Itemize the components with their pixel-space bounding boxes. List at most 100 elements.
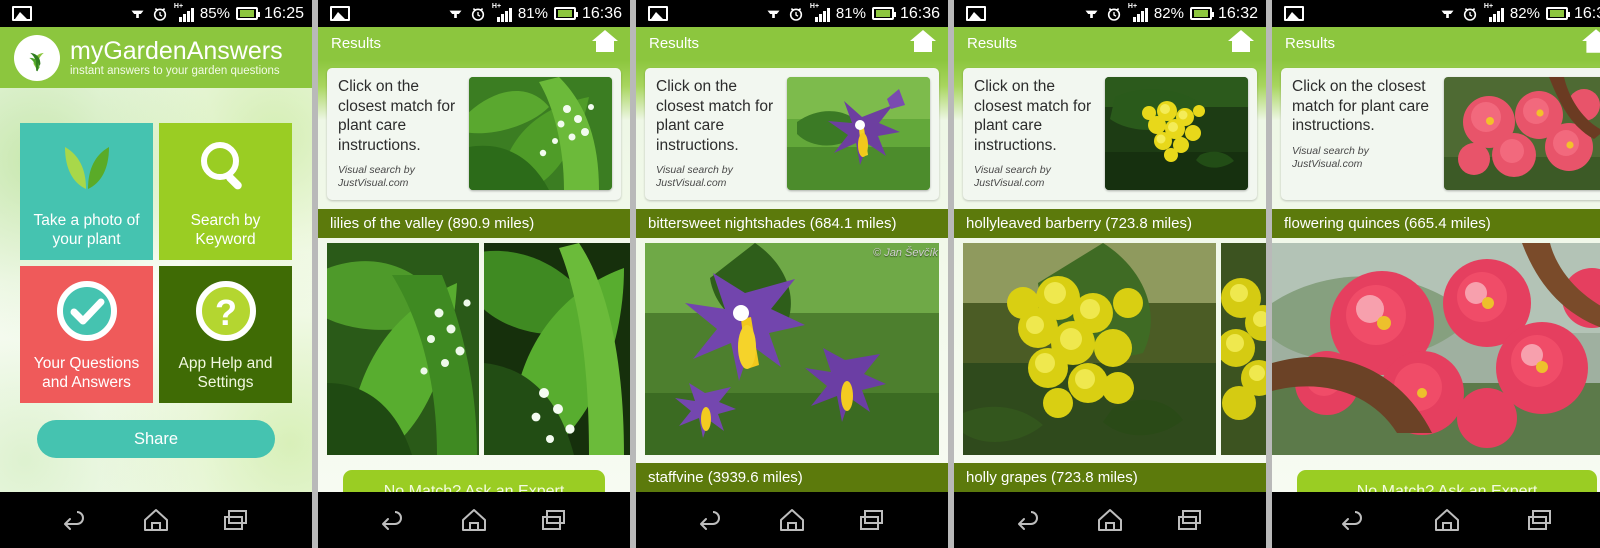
match-label-top[interactable]: hollyleaved barberry (723.8 miles): [954, 209, 1266, 238]
home-outline-icon[interactable]: [1087, 503, 1133, 537]
photo-icon: [12, 6, 32, 21]
tile-app-help[interactable]: ? App Help and Settings: [159, 266, 292, 403]
photo-icon: [330, 6, 350, 21]
system-nav-bar: [0, 492, 312, 548]
tile-your-questions[interactable]: Your Questions and Answers: [20, 266, 153, 403]
recent-apps-icon[interactable]: [213, 503, 259, 537]
match-label-bottom[interactable]: staffvine (3939.6 miles): [636, 463, 948, 492]
photo-icon: [1284, 6, 1304, 21]
app-title: myGardenAnswers: [70, 36, 283, 65]
query-thumbnail[interactable]: [469, 77, 612, 190]
system-nav-bar: [954, 492, 1266, 548]
results-body: Click on the closest match for plant car…: [1272, 60, 1600, 492]
phone-screen-results-nightshades: H+ 81% 16:36 Results Click on the closes…: [636, 0, 948, 548]
results-body: Click on the closest match for plant car…: [636, 60, 948, 492]
recent-apps-icon[interactable]: [1167, 503, 1213, 537]
expert-row: No Match? Ask an Expert: [318, 470, 630, 492]
back-arrow-icon[interactable]: [53, 503, 99, 537]
match-label-bottom[interactable]: holly grapes (723.8 miles): [954, 463, 1266, 492]
status-bar: H+ 81% 16:36: [636, 0, 948, 27]
home-outline-icon[interactable]: [133, 503, 179, 537]
status-clock: 16:32: [1573, 4, 1600, 22]
instruction-text: Click on the closest match for plant car…: [338, 78, 456, 154]
results-body: Click on the closest match for plant car…: [318, 60, 630, 492]
attribution-text: Visual search by JustVisual.com: [656, 164, 733, 189]
tile-search-keyword[interactable]: Search by Keyword: [159, 123, 292, 260]
alarm-icon: [1463, 7, 1477, 21]
instruction-card: Click on the closest match for plant car…: [1281, 68, 1600, 200]
signal-icon: H+: [174, 3, 194, 22]
recent-apps-icon[interactable]: [531, 503, 577, 537]
instruction-text: Click on the closest match for plant car…: [1292, 78, 1429, 134]
phone-screen-results-barberry: H+ 82% 16:32 Results Click on the closes…: [954, 0, 1266, 548]
status-bar: H+ 82% 16:32: [1272, 0, 1600, 27]
system-nav-bar: [1272, 492, 1600, 548]
attribution-text: Visual search by JustVisual.com: [338, 164, 415, 189]
back-arrow-icon[interactable]: [689, 503, 735, 537]
status-clock: 16:36: [581, 4, 622, 22]
status-clock: 16:32: [1217, 4, 1258, 22]
tile-label: App Help and Settings: [178, 355, 273, 391]
recent-apps-icon[interactable]: [849, 503, 895, 537]
status-clock: 16:36: [899, 4, 940, 22]
battery-percent: 81%: [835, 5, 866, 22]
alarm-icon: [1107, 7, 1121, 21]
query-thumbnail[interactable]: [1105, 77, 1248, 190]
signal-icon: H+: [810, 3, 830, 22]
instruction-card: Click on the closest match for plant car…: [963, 68, 1257, 200]
result-photo-1[interactable]: [1272, 243, 1600, 455]
page-title: Results: [967, 35, 1018, 52]
result-photo-1[interactable]: [963, 243, 1216, 455]
tile-label: Your Questions and Answers: [33, 355, 140, 391]
results-header: Results: [318, 27, 630, 60]
match-label-top[interactable]: bittersweet nightshades (684.1 miles): [636, 209, 948, 238]
status-bar: H+ 85% 16:25: [0, 0, 312, 27]
system-nav-bar: [636, 492, 948, 548]
leaf-logo-icon: [14, 34, 60, 81]
recent-apps-icon[interactable]: [1517, 503, 1563, 537]
status-bar: H+ 81% 16:36: [318, 0, 630, 27]
result-photo-1[interactable]: [327, 243, 479, 455]
battery-percent: 82%: [1153, 5, 1184, 22]
results-header: Results: [636, 27, 948, 60]
query-thumbnail[interactable]: [787, 77, 930, 190]
result-photo-2[interactable]: [1221, 243, 1266, 455]
expert-row: No Match? Ask an Expert: [1272, 470, 1600, 492]
query-thumbnail[interactable]: [1444, 77, 1600, 190]
result-photo-2[interactable]: [484, 243, 630, 455]
ask-expert-button[interactable]: No Match? Ask an Expert: [1297, 470, 1597, 492]
battery-icon: [235, 7, 260, 20]
home-outline-icon[interactable]: [769, 503, 815, 537]
ask-expert-button[interactable]: No Match? Ask an Expert: [343, 470, 605, 492]
home-icon[interactable]: [908, 28, 938, 59]
share-button[interactable]: Share: [37, 420, 275, 458]
back-arrow-icon[interactable]: [371, 503, 417, 537]
match-label-top[interactable]: flowering quinces (665.4 miles): [1272, 209, 1600, 238]
alarm-icon: [153, 7, 167, 21]
results-body: Click on the closest match for plant car…: [954, 60, 1266, 492]
home-icon[interactable]: [1226, 28, 1256, 59]
battery-percent: 85%: [199, 5, 230, 22]
battery-icon: [1545, 7, 1570, 20]
home-icon[interactable]: [590, 28, 620, 59]
status-bar: H+ 82% 16:32: [954, 0, 1266, 27]
share-row: Share: [0, 403, 312, 458]
wifi-icon: [1085, 10, 1098, 18]
alarm-icon: [789, 7, 803, 21]
two-leaves-icon: [20, 137, 153, 197]
page-title: Results: [649, 35, 700, 52]
match-label-top[interactable]: lilies of the valley (890.9 miles): [318, 209, 630, 238]
home-outline-icon[interactable]: [451, 503, 497, 537]
back-arrow-icon[interactable]: [1007, 503, 1053, 537]
wifi-icon: [1441, 10, 1454, 18]
back-arrow-icon[interactable]: [1331, 503, 1377, 537]
page-title: Results: [331, 35, 382, 52]
tile-take-photo[interactable]: Take a photo of your plant: [20, 123, 153, 260]
home-outline-icon[interactable]: [1424, 503, 1470, 537]
wifi-icon: [767, 10, 780, 18]
result-gallery: [318, 243, 630, 455]
question-circle-icon: ?: [159, 280, 292, 342]
phone-screen-results-lilies: H+ 81% 16:36 Results Click on the closes…: [318, 0, 630, 548]
result-photo-1[interactable]: [645, 243, 939, 455]
home-icon[interactable]: [1580, 27, 1600, 60]
